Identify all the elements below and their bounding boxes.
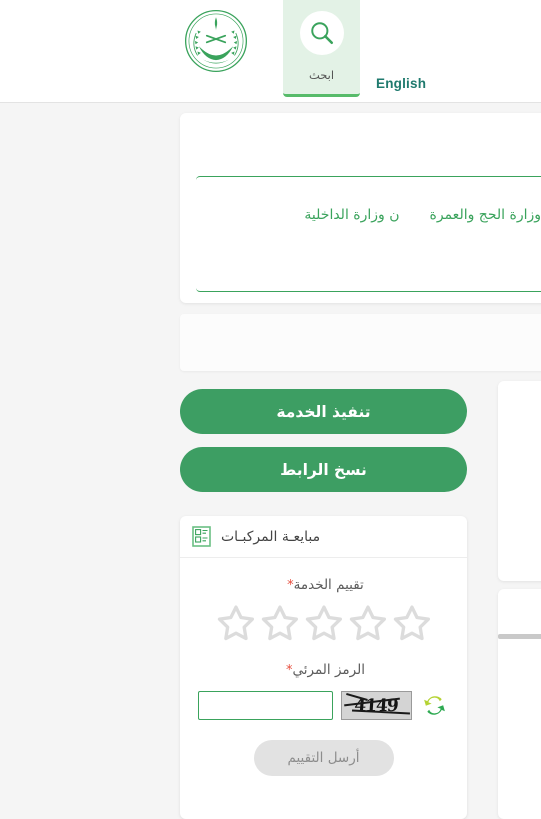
side-card-placeholder-bar <box>498 634 541 639</box>
saudi-ministry-of-interior-emblem <box>183 8 249 74</box>
service-rating-label: تقييم الخدمة* <box>287 577 364 593</box>
refresh-captcha-button[interactable] <box>420 692 450 720</box>
service-rating-card: مبايعـة المركبـات تقييم الخدمة* الرمز ال… <box>180 516 467 819</box>
rating-card-header: مبايعـة المركبـات <box>180 516 467 558</box>
info-panel <box>180 314 541 371</box>
search-tab[interactable]: ابحث <box>283 0 360 97</box>
rating-card-title: مبايعـة المركبـات <box>221 528 321 545</box>
captcha-label: الرمز المرئي* <box>286 662 365 678</box>
star-rating-group[interactable] <box>180 603 467 643</box>
side-card-bottom <box>498 589 541 819</box>
site-header: ابحث English <box>0 0 541 103</box>
page-content-area: وزارة الحج والعمرة ن وزارة الداخلية تنفي… <box>0 103 541 819</box>
captcha-image: 4149 <box>340 691 412 720</box>
captcha-row: 4149 <box>180 691 467 720</box>
search-tab-label: ابحث <box>308 68 335 82</box>
side-card-top <box>498 381 541 581</box>
captcha-input[interactable] <box>197 691 333 720</box>
star-icon-3[interactable] <box>304 603 344 643</box>
star-icon-2[interactable] <box>260 603 300 643</box>
tab-interior-ministry[interactable]: ن وزارة الداخلية <box>304 207 399 223</box>
ministries-tabs-group: وزارة الحج والعمرة ن وزارة الداخلية <box>196 176 541 292</box>
tab-hajj-umrah-ministry[interactable]: وزارة الحج والعمرة <box>430 207 541 223</box>
execute-service-button[interactable]: تنفيذ الخدمة <box>180 389 467 434</box>
star-icon-1[interactable] <box>216 603 256 643</box>
search-icon <box>299 11 344 55</box>
star-icon-5[interactable] <box>392 603 432 643</box>
language-switch-link[interactable]: English <box>376 76 426 91</box>
document-form-icon <box>192 525 212 548</box>
star-icon-4[interactable] <box>348 603 388 643</box>
refresh-icon <box>424 696 445 715</box>
copy-link-button[interactable]: نسخ الرابط <box>180 447 467 492</box>
submit-rating-button[interactable]: أرسل التقييم <box>253 740 394 776</box>
ministries-tabs-card: وزارة الحج والعمرة ن وزارة الداخلية <box>180 113 541 303</box>
